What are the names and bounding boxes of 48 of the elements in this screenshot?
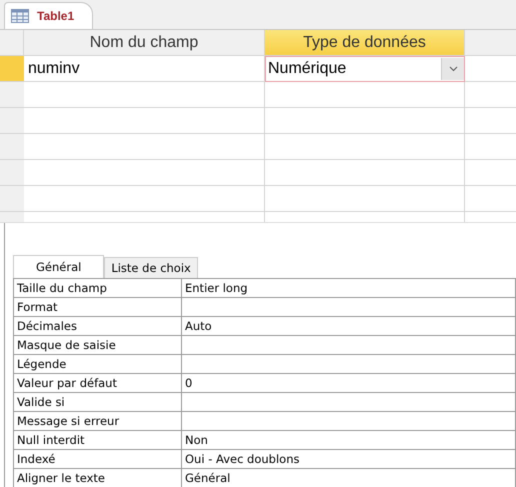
table-cell[interactable] xyxy=(24,82,265,108)
select-all-corner[interactable] xyxy=(0,30,24,56)
row-selector[interactable] xyxy=(0,160,24,186)
property-value[interactable]: Général xyxy=(182,469,516,487)
property-value[interactable] xyxy=(182,336,516,355)
document-tab[interactable]: Table1 xyxy=(4,2,94,29)
property-label: Format xyxy=(14,298,182,317)
property-tab[interactable]: Général xyxy=(13,255,104,278)
table-icon xyxy=(11,9,29,23)
table-cell[interactable] xyxy=(24,160,265,186)
row-selector[interactable] xyxy=(0,82,24,108)
property-tab[interactable]: Liste de choix xyxy=(104,257,198,278)
property-value[interactable]: Oui - Avec doublons xyxy=(182,450,516,469)
property-value[interactable]: Auto xyxy=(182,317,516,336)
property-label: Taille du champ xyxy=(14,279,182,298)
property-value[interactable]: Entier long xyxy=(182,279,516,298)
data-type-dropdown[interactable]: Numérique xyxy=(265,56,465,82)
table-cell[interactable] xyxy=(265,82,465,108)
table-cell[interactable] xyxy=(265,134,465,160)
column-header[interactable]: Nom du champ xyxy=(24,30,265,56)
row-selector[interactable] xyxy=(0,186,24,212)
property-value[interactable]: Non xyxy=(182,431,516,450)
column-header[interactable]: Type de données xyxy=(265,30,465,56)
table-cell[interactable] xyxy=(265,160,465,186)
chevron-down-icon xyxy=(448,66,458,72)
property-value[interactable] xyxy=(182,355,516,374)
row-selector[interactable] xyxy=(0,56,24,82)
table-cell[interactable] xyxy=(265,186,465,212)
row-selector[interactable] xyxy=(0,108,24,134)
property-value[interactable] xyxy=(182,393,516,412)
table-cell[interactable] xyxy=(24,134,265,160)
table-cell[interactable] xyxy=(265,108,465,134)
property-label: Décimales xyxy=(14,317,182,336)
field-name-cell[interactable]: numinv xyxy=(24,56,265,82)
table-cell[interactable] xyxy=(24,186,265,212)
property-label: Message si erreur xyxy=(14,412,182,431)
property-label: Aligner le texte xyxy=(14,469,182,487)
property-label: Masque de saisie xyxy=(14,336,182,355)
property-label: Null interdit xyxy=(14,431,182,450)
table-cell[interactable] xyxy=(24,108,265,134)
property-value[interactable]: 0 xyxy=(182,374,516,393)
property-label: Indexé xyxy=(14,450,182,469)
property-label: Légende xyxy=(14,355,182,374)
row-selector[interactable] xyxy=(0,134,24,160)
property-label: Valide si xyxy=(14,393,182,412)
property-value[interactable] xyxy=(182,412,516,431)
property-value[interactable] xyxy=(182,298,516,317)
property-label: Valeur par défaut xyxy=(14,374,182,393)
